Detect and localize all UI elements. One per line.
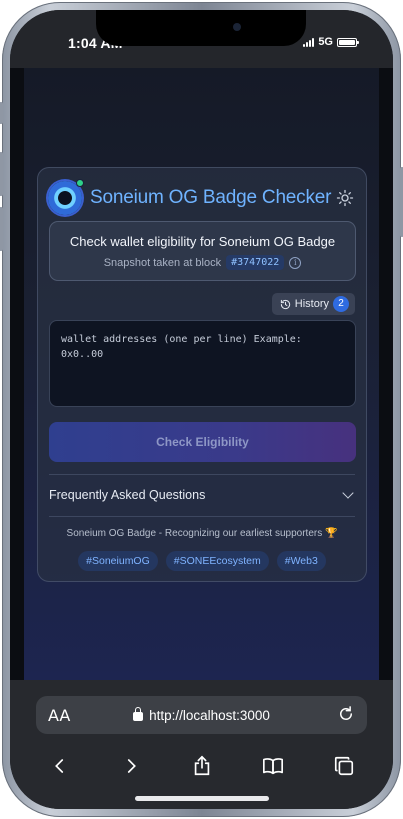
soneium-logo-icon: [48, 179, 84, 215]
history-button[interactable]: History 2: [271, 293, 355, 315]
forward-icon: [127, 759, 136, 773]
url-text: http://localhost:3000: [149, 707, 270, 723]
reload-button[interactable]: [337, 705, 355, 728]
faq-label: Frequently Asked Questions: [49, 488, 206, 502]
share-button[interactable]: [187, 751, 217, 781]
history-icon: [280, 299, 290, 309]
lock-icon: [133, 707, 144, 721]
bookmarks-button[interactable]: [258, 751, 288, 781]
check-eligibility-button[interactable]: Check Eligibility: [49, 422, 356, 462]
url-display[interactable]: http://localhost:3000: [36, 707, 367, 723]
status-bar: 1:04 AM 5G: [10, 10, 393, 68]
tabs-icon: [334, 756, 353, 776]
status-indicators: 5G: [303, 36, 359, 48]
chevron-down-icon: [342, 487, 354, 499]
home-indicator: [134, 796, 269, 801]
signal-icon: [303, 37, 315, 47]
page-title: Soneium OG Badge Checker: [90, 187, 332, 208]
tabs-button[interactable]: [329, 751, 359, 781]
screen: 1:04 AM 5G Soneium OG Badge Checker Chec…: [10, 10, 393, 809]
back-button[interactable]: [45, 751, 75, 781]
theme-toggle-button[interactable]: [334, 187, 356, 209]
checker-card: Soneium OG Badge Checker Check wallet el…: [37, 167, 367, 582]
browser-toolbar: [10, 746, 393, 786]
address-bar[interactable]: AA http://localhost:3000: [36, 696, 367, 734]
mute-switch: [0, 102, 3, 124]
snapshot-label: Snapshot taken at block: [103, 256, 222, 269]
history-count-badge: 2: [333, 296, 349, 312]
camera-icon: [233, 23, 241, 31]
share-icon: [194, 755, 209, 776]
app-header: Soneium OG Badge Checker: [48, 179, 356, 216]
web-content: Soneium OG Badge Checker Check wallet el…: [24, 68, 379, 680]
snapshot-info: Snapshot taken at block #3747022 i: [50, 255, 355, 270]
browser-bottom-bar: AA http://localhost:3000: [10, 680, 393, 809]
history-label: History: [294, 298, 329, 310]
wallet-addresses-input[interactable]: [49, 320, 356, 407]
forward-button[interactable]: [116, 751, 146, 781]
reload-icon: [340, 706, 352, 720]
volume-up-button: [0, 152, 3, 196]
sun-icon: [336, 189, 354, 207]
info-title: Check wallet eligibility for Soneium OG …: [69, 234, 336, 249]
network-label: 5G: [318, 36, 333, 48]
footer-text: Soneium OG Badge - Recognizing our earli…: [66, 528, 338, 539]
block-number-badge: #3747022: [226, 255, 285, 270]
hashtag-list: #SoneiumOG #SONEEcosystem #Web3: [38, 551, 366, 571]
hashtag-web3[interactable]: #Web3: [276, 551, 326, 571]
bookmarks-icon: [262, 758, 283, 775]
hashtag-soneecosystem[interactable]: #SONEEcosystem: [165, 551, 269, 571]
faq-toggle[interactable]: Frequently Asked Questions: [49, 483, 356, 507]
online-dot-icon: [76, 179, 84, 187]
phone-frame: 1:04 AM 5G Soneium OG Badge Checker Chec…: [0, 2, 403, 817]
divider: [49, 474, 355, 475]
hashtag-soneiumog[interactable]: #SoneiumOG: [78, 551, 158, 571]
eligibility-info-box: Check wallet eligibility for Soneium OG …: [49, 221, 356, 281]
divider: [49, 516, 355, 517]
battery-icon: [337, 37, 359, 47]
info-icon[interactable]: i: [289, 256, 302, 269]
back-icon: [54, 759, 63, 773]
volume-down-button: [0, 207, 3, 251]
dynamic-notch: [96, 10, 306, 46]
